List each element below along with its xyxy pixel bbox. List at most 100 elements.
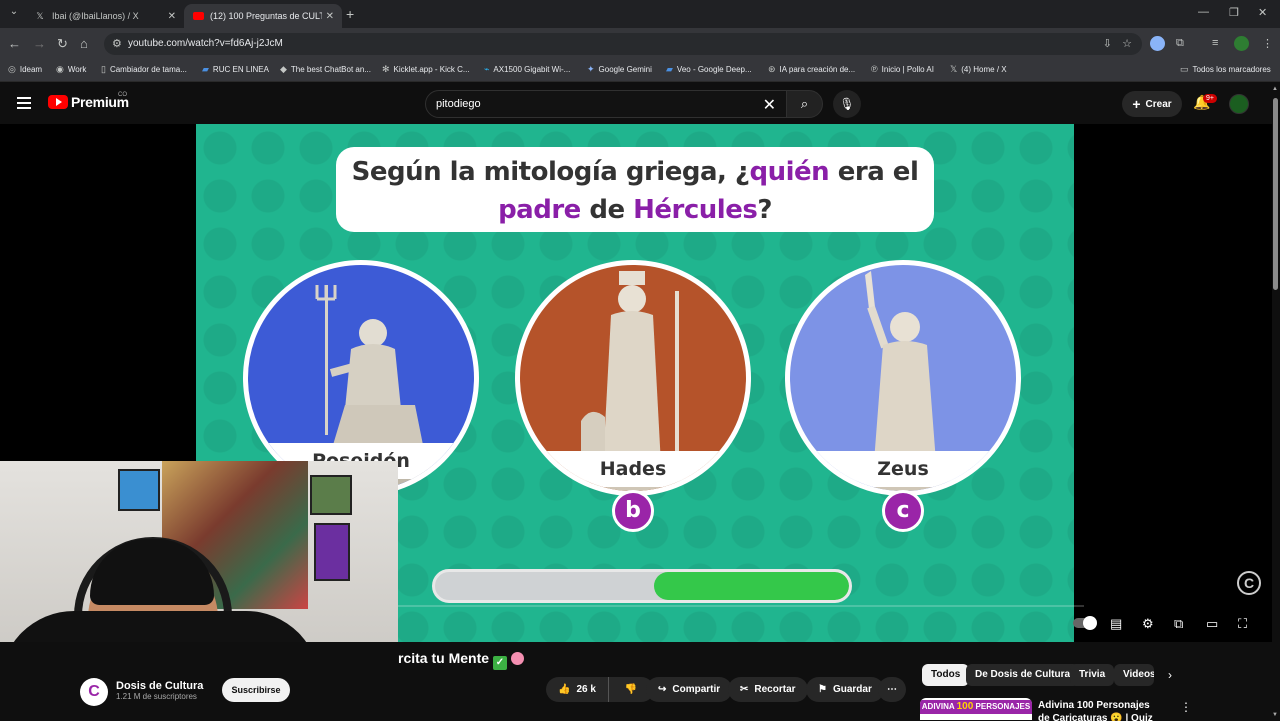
close-window-icon[interactable]: ✕ (1258, 6, 1267, 19)
site-info-icon[interactable]: ⚙ (112, 37, 122, 50)
share-label: Compartir (672, 684, 721, 695)
video-progress-bar[interactable] (398, 605, 1084, 607)
chip-trivia[interactable]: Trivia (1070, 664, 1115, 686)
voice-search-button[interactable]: 🎙 (833, 90, 861, 118)
bookmark-item[interactable]: ◎ Ideam (8, 64, 42, 75)
bookmark-item[interactable]: ▰ RUC EN LINEA (202, 64, 269, 75)
bookmark-item[interactable]: ℗ Inicio | Pollo AI (871, 64, 934, 74)
microphone-icon: 🎙 (839, 97, 855, 111)
address-bar[interactable]: ⚙ youtube.com/watch?v=fd6Aj-j2JcM ⇩ ☆ (104, 33, 1142, 55)
reload-icon[interactable]: ↻ (57, 36, 68, 52)
autoplay-toggle[interactable] (1073, 616, 1097, 630)
settings-gear-icon[interactable]: ⚙ (1142, 616, 1154, 632)
save-button[interactable]: ⚑ Guardar (806, 677, 884, 702)
clear-search-icon[interactable]: ✕ (763, 95, 776, 115)
like-button[interactable]: 👍 26 k (546, 677, 609, 702)
forward-icon[interactable]: → (33, 36, 46, 51)
bookmark-label: Todos los marcadores (1192, 65, 1271, 74)
folder-icon: ▰ (666, 64, 673, 74)
profile-avatar-icon[interactable] (1234, 36, 1249, 51)
home-icon[interactable]: ⌂ (80, 36, 88, 51)
thumbs-down-icon: 👎 (624, 684, 638, 695)
create-button[interactable]: + Crear (1122, 91, 1182, 117)
globe-icon: ◎ (8, 64, 16, 74)
scroll-up-arrow-icon[interactable]: ▲ (1272, 86, 1278, 92)
scrollbar-thumb[interactable] (1273, 98, 1278, 290)
brain-emoji-icon (510, 652, 524, 665)
close-tab-icon[interactable]: ✕ (168, 11, 176, 22)
check-emoji-icon: ✓ (492, 656, 507, 670)
back-icon[interactable]: ← (8, 36, 21, 51)
channel-name[interactable]: Dosis de Cultura (116, 680, 203, 692)
bookmark-item[interactable]: ⌁ AX1500 Gigabit Wi-... (484, 64, 570, 75)
page-scrollbar[interactable]: ▲ ▼ (1272, 86, 1278, 720)
channel-watermark-icon[interactable]: C (1237, 571, 1261, 595)
chip-de-dosis-de-cultura[interactable]: De Dosis de Cultura (966, 664, 1080, 686)
option-c-label: Zeus (790, 451, 1016, 487)
bookmark-item[interactable]: ⊛ IA para creación de... (768, 64, 855, 75)
share-icon: ↪ (658, 684, 667, 695)
more-vertical-icon[interactable]: ⋮ (1180, 700, 1192, 714)
url-text[interactable]: youtube.com/watch?v=fd6Aj-j2JcM (128, 38, 283, 49)
gemini-icon: ✦ (587, 64, 595, 74)
bookmark-item[interactable]: ◉ Work (56, 64, 86, 75)
miniplayer-icon[interactable]: ⧉ (1174, 616, 1183, 632)
bookmark-label: Kicklet.app - Kick C... (393, 65, 470, 74)
maximize-icon[interactable]: ❐ (1229, 6, 1239, 19)
question-line-2: padre de Hércules? (498, 195, 772, 225)
tab-search-dropdown-icon[interactable]: ⌄ (6, 6, 22, 22)
extensions-icon[interactable]: ⧉ (1176, 37, 1184, 50)
subtitles-icon[interactable]: ▤ (1110, 616, 1122, 632)
subscribe-button[interactable]: Suscribirse (222, 678, 290, 702)
bookmark-star-icon[interactable]: ☆ (1122, 37, 1132, 50)
bookmark-label: Cambiador de tama... (109, 65, 187, 74)
search-query-text[interactable]: pitodiego (436, 98, 481, 110)
bookmark-item[interactable]: ✻ Kicklet.app - Kick C... (382, 64, 470, 75)
scroll-down-arrow-icon[interactable]: ▼ (1272, 712, 1278, 718)
bookmark-item[interactable]: ▯ Cambiador de tama... (101, 64, 187, 75)
close-tab-icon[interactable]: ✕ (326, 11, 334, 22)
bookmark-item[interactable]: ◆ The best ChatBot an... (280, 64, 371, 75)
bookmark-item[interactable]: ▰ Veo - Google Deep... (666, 64, 752, 75)
bookmark-item[interactable]: 𝕏 (4) Home / X (950, 64, 1007, 75)
youtube-premium-logo[interactable]: Premium CO (48, 92, 129, 110)
chevron-right-icon[interactable]: › (1168, 668, 1172, 682)
channel-avatar[interactable]: C (80, 678, 108, 706)
recommended-video-thumbnail[interactable]: ADIVINA 100 PERSONAJES (920, 698, 1032, 720)
tab-title: Ibai (@IbaiLlanos) / X (52, 11, 139, 21)
wall-poster (314, 523, 350, 581)
recommended-video-title[interactable]: Adivina 100 Personajes de Caricaturas 😮 … (1038, 699, 1163, 721)
more-actions-button[interactable]: ⋯ (878, 677, 906, 702)
clip-button[interactable]: ✂ Recortar (728, 677, 808, 702)
kicklet-icon: ✻ (382, 64, 390, 74)
youtube-icon (192, 10, 204, 22)
plus-icon: + (1132, 96, 1141, 112)
media-controls-icon[interactable]: ≡ (1212, 37, 1218, 49)
share-button[interactable]: ↪ Compartir (646, 677, 733, 702)
folder-icon: ▭ (1180, 64, 1189, 74)
theater-mode-icon[interactable]: ▭ (1206, 616, 1218, 632)
notification-count-badge: 9+ (1203, 94, 1217, 103)
chip-videos[interactable]: Videos (1114, 664, 1154, 686)
browser-menu-icon[interactable]: ⋮ (1262, 37, 1273, 50)
install-app-icon[interactable]: ⇩ (1103, 37, 1112, 50)
more-horizontal-icon: ⋯ (887, 684, 897, 695)
browser-tab-x[interactable]: 𝕏 Ibai (@IbaiLlanos) / X ✕ (26, 4, 184, 28)
bookmark-label: RUC EN LINEA (212, 65, 269, 74)
fullscreen-icon[interactable]: ⛶ (1238, 616, 1247, 632)
bookmark-item[interactable]: ✦ Google Gemini (587, 64, 652, 75)
search-input[interactable]: pitodiego ✕ (425, 90, 787, 118)
browser-tab-strip: ⌄ 𝕏 Ibai (@IbaiLlanos) / X ✕ (12) 100 Pr… (0, 0, 1280, 28)
google-translate-icon[interactable] (1150, 36, 1165, 51)
search-button[interactable]: ⌕ (786, 90, 823, 118)
new-tab-icon[interactable]: + (346, 6, 354, 22)
minimize-icon[interactable]: — (1198, 6, 1209, 18)
chip-todos[interactable]: Todos (922, 664, 970, 686)
dislike-button[interactable]: 👎 (615, 684, 647, 695)
hamburger-menu-icon[interactable] (17, 97, 31, 109)
thumbnail-banner-text: ADIVINA 100 PERSONAJES (920, 700, 1032, 714)
browser-tab-youtube[interactable]: (12) 100 Preguntas de CULTURA ✕ (184, 4, 342, 28)
all-bookmarks-folder[interactable]: ▭ Todos los marcadores (1180, 64, 1271, 75)
account-avatar[interactable] (1229, 94, 1249, 114)
video-title: rcita tu Mente ✓ (398, 650, 524, 670)
